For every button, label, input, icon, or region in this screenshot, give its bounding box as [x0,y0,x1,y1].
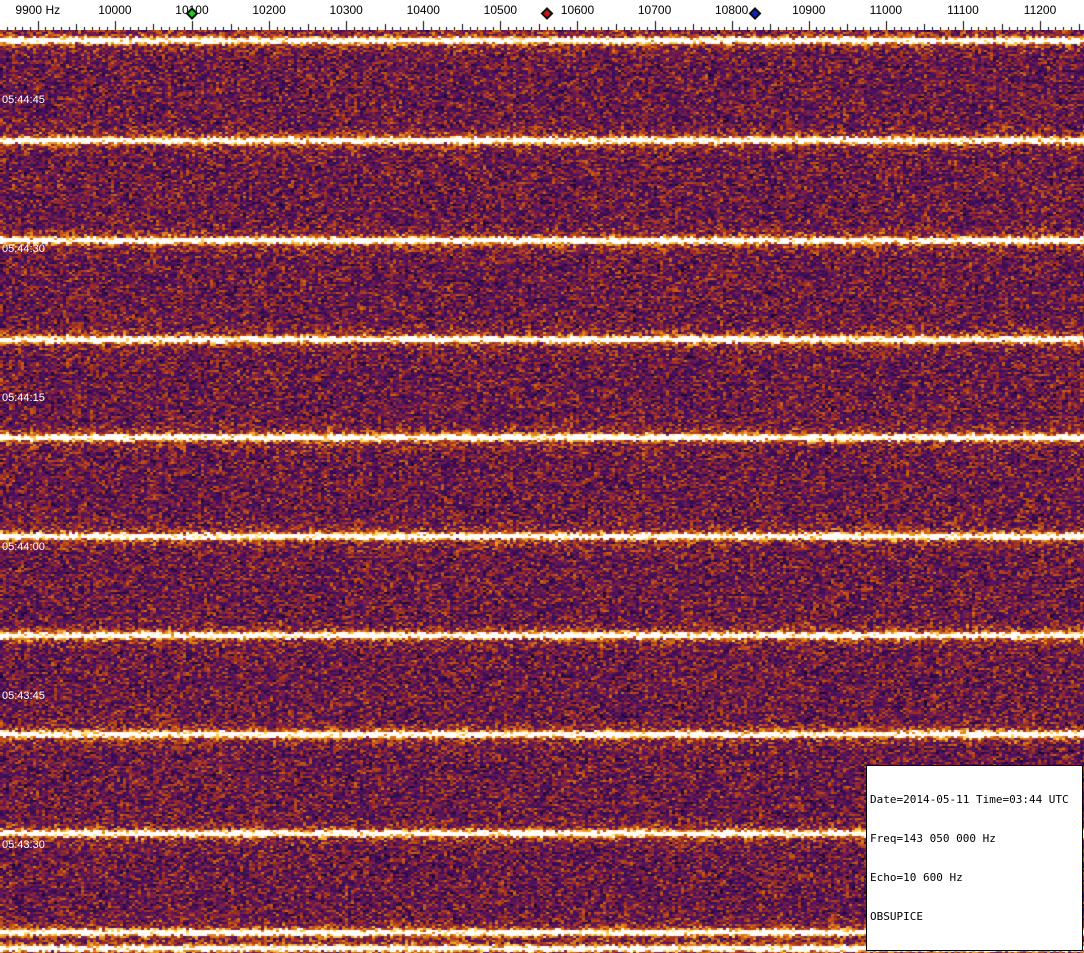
freq-tick-label: 10800 [714,3,749,17]
info-station-name: OBSUPICE [870,910,923,923]
time-tick-label: 05:44:45 [2,94,45,106]
freq-tick-label: 10200 [252,3,286,17]
waterfall-display: 9900 Hz100001010010200103001040010500106… [0,0,1084,953]
freq-tick-label: 11000 [869,3,903,17]
freq-tick-label: 10900 [792,3,826,17]
waterfall-plot[interactable]: 05:44:45 05:44:30 05:44:15 05:44:00 05:43:45… [0,30,1084,953]
observation-info-box: Date=2014-05-11 Time=03:44 UTC Freq=143 … [866,765,1083,951]
freq-tick-label: 10400 [406,3,440,17]
time-tick-label: 05:43:30 [2,839,45,851]
time-tick-label: 05:43:45 [2,690,45,702]
freq-tick-label: 11100 [947,3,979,17]
freq-tick-label: 10300 [329,3,363,17]
freq-tick-label: 10600 [560,3,595,17]
freq-tick-label: 10500 [483,3,518,17]
freq-tick-label: 11200 [1023,3,1057,17]
info-echo-frequency: Echo=10 600 Hz [870,871,963,884]
time-tick-label: 05:44:00 [2,541,45,553]
freq-tick-label: 9900 Hz [15,3,61,17]
time-tick-label: 05:44:30 [2,243,45,255]
info-date-time: Date=2014-05-11 Time=03:44 UTC [870,793,1069,806]
freq-tick-label: 10700 [637,3,672,17]
time-tick-label: 05:44:15 [2,392,45,404]
frequency-ruler[interactable]: 9900 Hz100001010010200103001040010500106… [0,0,1084,30]
freq-tick-label: 10000 [98,3,132,17]
info-receiver-frequency: Freq=143 050 000 Hz [870,832,996,845]
